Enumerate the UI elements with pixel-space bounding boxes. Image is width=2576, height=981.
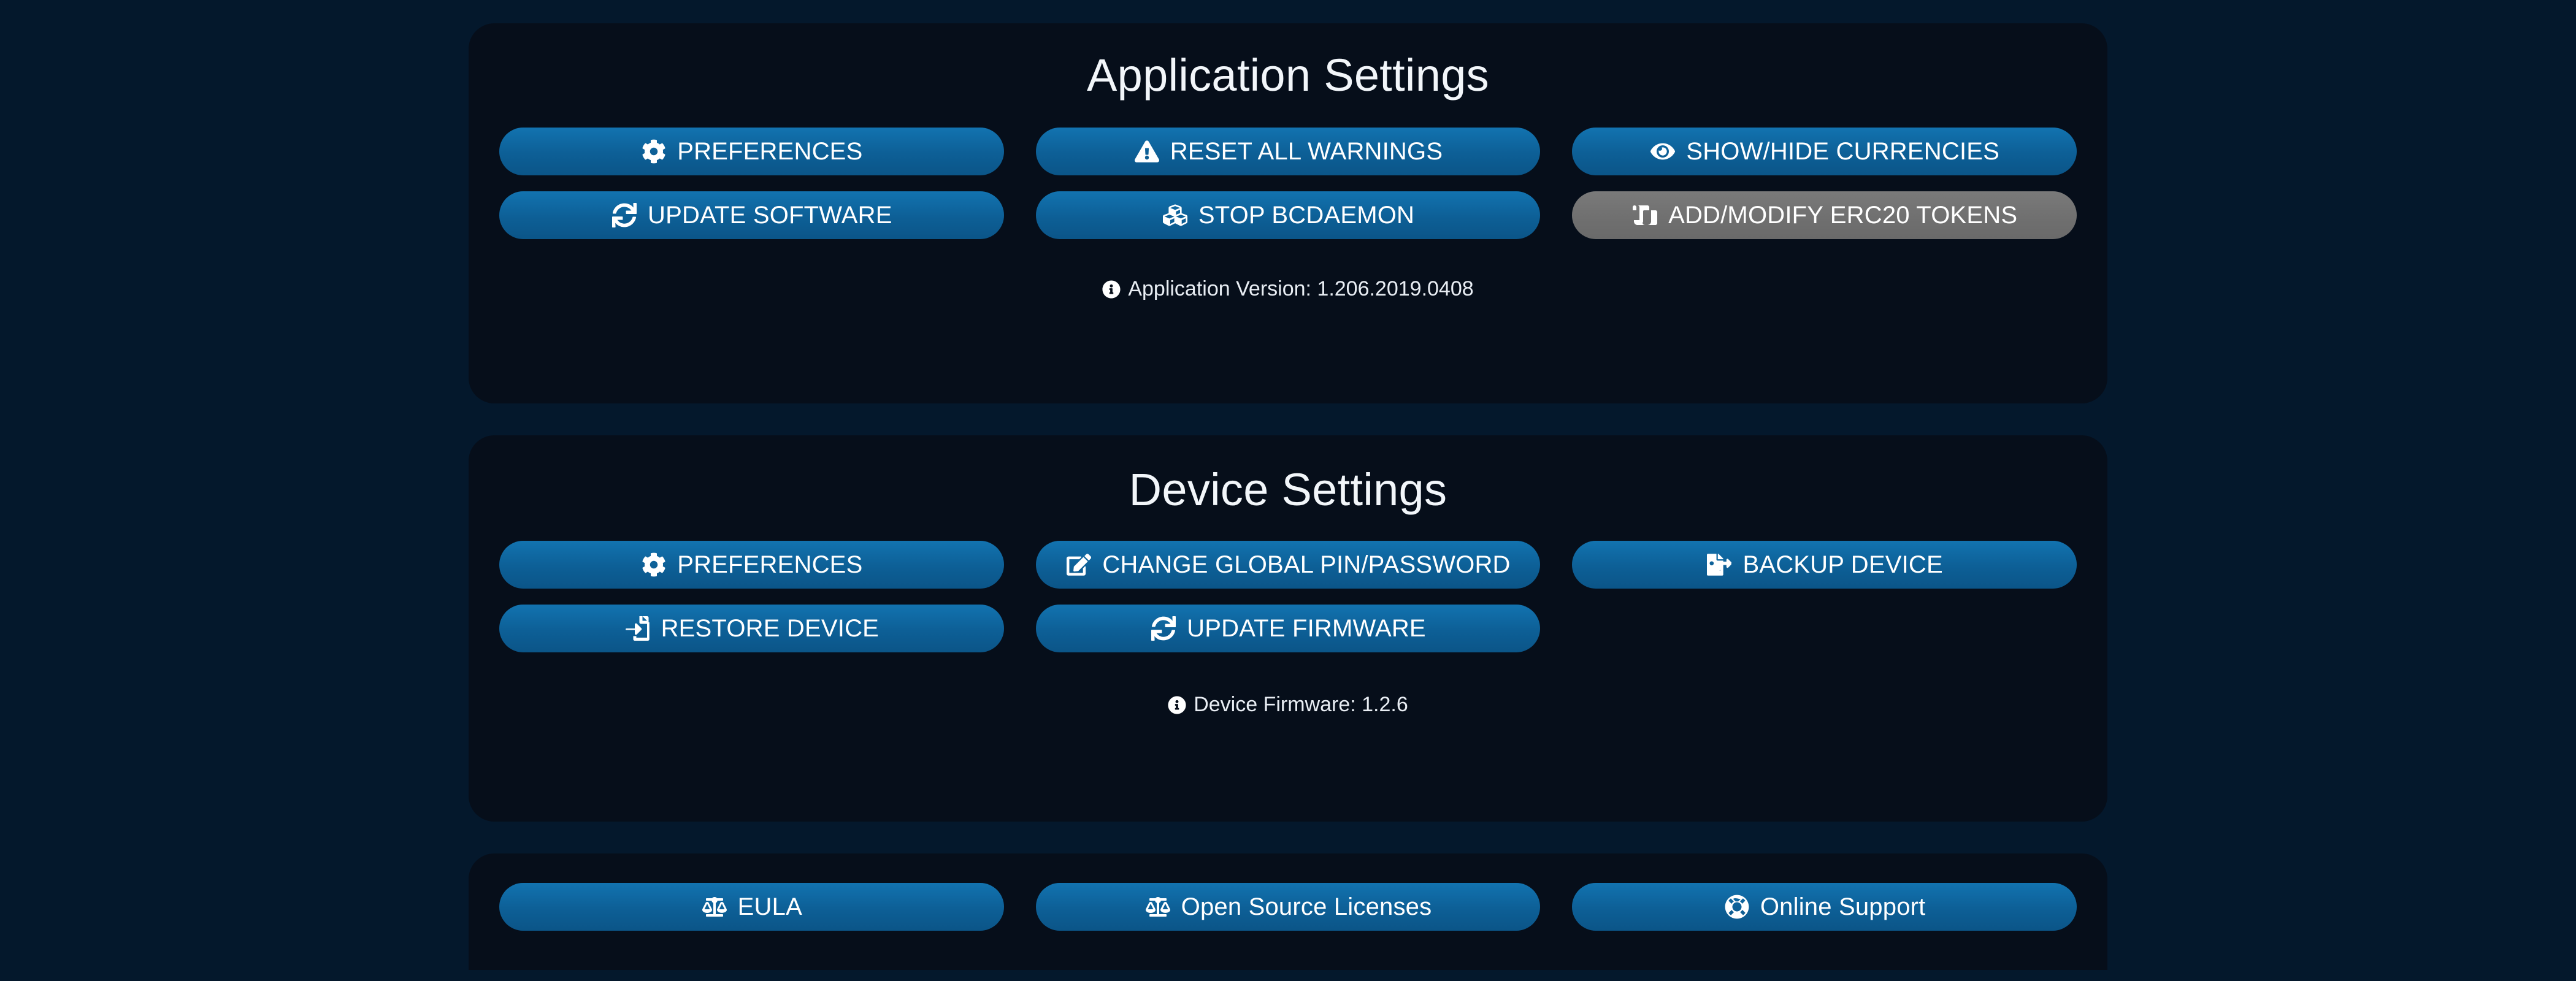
file-import-icon <box>624 615 651 642</box>
add-modify-erc20-tokens-button[interactable]: ADD/MODIFY ERC20 TOKENS <box>1572 191 2077 239</box>
settings-page: Application Settings PREFERENCES RESET A… <box>0 0 2576 981</box>
change-global-pin-password-button-label: CHANGE GLOBAL PIN/PASSWORD <box>1102 551 1511 578</box>
add-modify-erc20-tokens-button-label: ADD/MODIFY ERC20 TOKENS <box>1668 201 2018 229</box>
reset-all-warnings-button-label: RESET ALL WARNINGS <box>1170 137 1443 165</box>
application-settings-panel: Application Settings PREFERENCES RESET A… <box>469 23 2107 403</box>
balance-scale-icon <box>1144 893 1171 920</box>
open-source-licenses-button[interactable]: Open Source Licenses <box>1035 883 1541 931</box>
device-firmware-version: Device Firmware: 1.2.6 <box>469 693 2107 717</box>
gear-icon <box>640 138 667 165</box>
reset-all-warnings-button[interactable]: RESET ALL WARNINGS <box>1035 128 1541 175</box>
online-support-button-label: Online Support <box>1760 893 1926 920</box>
device-settings-title: Device Settings <box>1129 464 1447 515</box>
life-ring-icon <box>1723 893 1750 920</box>
info-circle-icon <box>1168 695 1186 714</box>
application-version: Application Version: 1.206.2019.0408 <box>469 277 2107 301</box>
restore-device-button-label: RESTORE DEVICE <box>661 614 880 642</box>
device-settings-button-grid: PREFERENCES CHANGE GLOBAL PIN/PASSWORD B… <box>469 541 2107 652</box>
warning-triangle-icon <box>1133 138 1160 165</box>
update-software-button-label: UPDATE SOFTWARE <box>648 201 892 229</box>
balance-scale-icon <box>701 893 728 920</box>
application-settings-title: Application Settings <box>1087 50 1489 101</box>
show-hide-currencies-button[interactable]: SHOW/HIDE CURRENCIES <box>1572 128 2077 175</box>
device-firmware-text: Device Firmware: 1.2.6 <box>1194 693 1408 716</box>
preferences-button[interactable]: PREFERENCES <box>499 128 1004 175</box>
edit-square-icon <box>1065 551 1092 578</box>
device-preferences-button-label: PREFERENCES <box>677 551 863 578</box>
update-firmware-button-label: UPDATE FIRMWARE <box>1187 614 1426 642</box>
scroll-icon <box>1631 202 1658 229</box>
gear-icon <box>640 551 667 578</box>
info-circle-icon <box>1102 280 1121 299</box>
backup-device-button-label: BACKUP DEVICE <box>1742 551 1943 578</box>
update-firmware-button[interactable]: UPDATE FIRMWARE <box>1035 605 1541 652</box>
legal-support-panel: EULA Open Source Licenses Online Support <box>469 853 2107 970</box>
application-version-text: Application Version: 1.206.2019.0408 <box>1128 277 1474 300</box>
cubes-icon <box>1162 202 1189 229</box>
application-settings-button-grid: PREFERENCES RESET ALL WARNINGS SHOW/HIDE… <box>469 128 2107 239</box>
stop-bcdaemon-button-label: STOP BCDAEMON <box>1198 201 1415 229</box>
change-global-pin-password-button[interactable]: CHANGE GLOBAL PIN/PASSWORD <box>1035 541 1541 589</box>
open-source-licenses-button-label: Open Source Licenses <box>1181 893 1432 920</box>
legal-support-button-grid: EULA Open Source Licenses Online Support <box>469 883 2107 931</box>
file-export-icon <box>1706 551 1733 578</box>
backup-device-button[interactable]: BACKUP DEVICE <box>1572 541 2077 589</box>
preferences-button-label: PREFERENCES <box>677 137 863 165</box>
sync-icon <box>1150 615 1177 642</box>
device-settings-panel: Device Settings PREFERENCES CHANGE GLOBA… <box>469 435 2107 822</box>
restore-device-button[interactable]: RESTORE DEVICE <box>499 605 1004 652</box>
eye-icon <box>1649 138 1676 165</box>
eula-button-label: EULA <box>737 893 802 920</box>
device-preferences-button[interactable]: PREFERENCES <box>499 541 1004 589</box>
device-grid-empty-cell <box>1572 605 2077 652</box>
show-hide-currencies-button-label: SHOW/HIDE CURRENCIES <box>1686 137 2000 165</box>
update-software-button[interactable]: UPDATE SOFTWARE <box>499 191 1004 239</box>
sync-icon <box>611 202 638 229</box>
eula-button[interactable]: EULA <box>499 883 1004 931</box>
stop-bcdaemon-button[interactable]: STOP BCDAEMON <box>1035 191 1541 239</box>
online-support-button[interactable]: Online Support <box>1572 883 2077 931</box>
